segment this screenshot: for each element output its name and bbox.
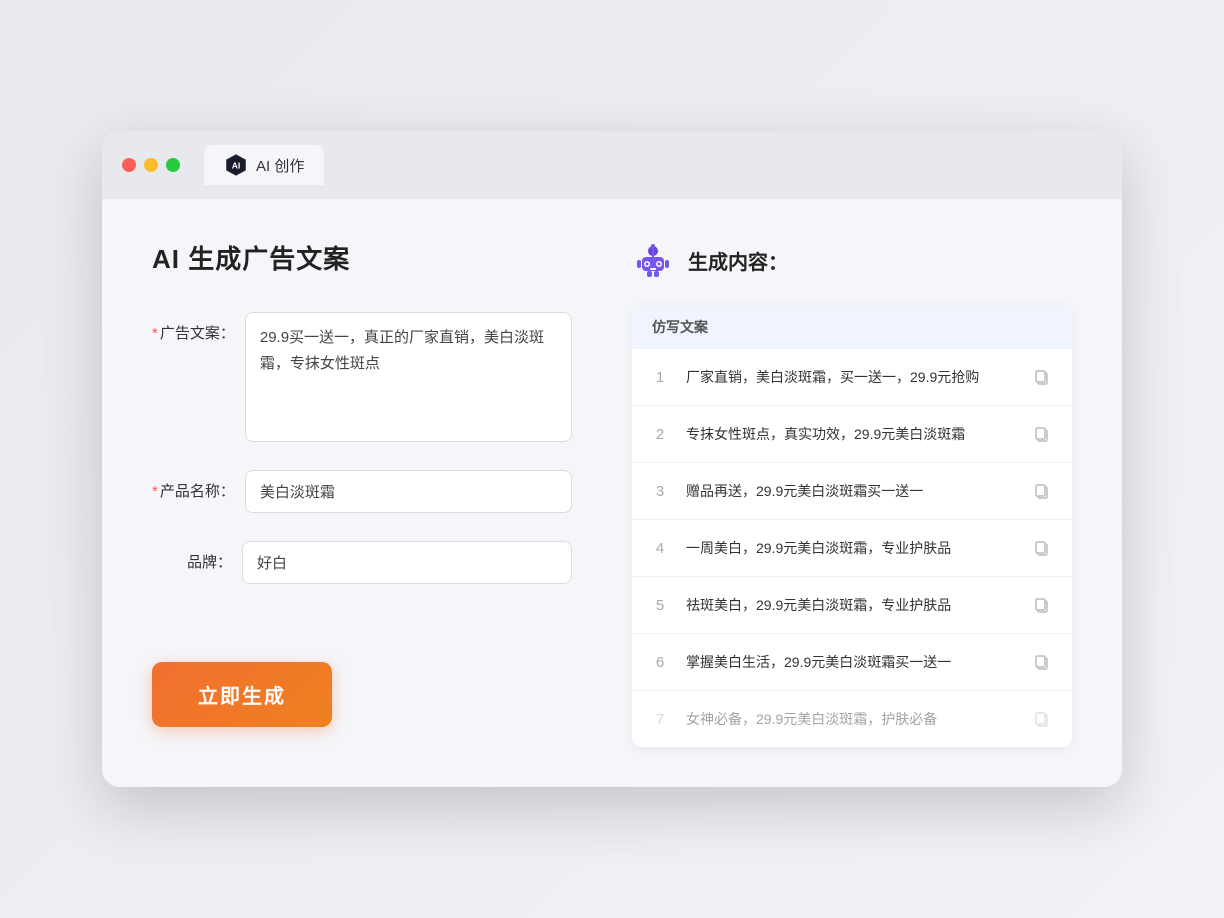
ai-creation-tab[interactable]: AI AI 创作 [204,145,324,185]
close-button[interactable] [122,158,136,172]
copy-icon[interactable] [1028,648,1056,676]
row-text: 祛斑美白，29.9元美白淡斑霜，专业护肤品 [686,595,1014,616]
required-star-2: * [152,483,158,500]
table-row: 1 厂家直销，美白淡斑霜，买一送一，29.9元抢购 [632,349,1072,406]
product-name-input[interactable] [245,470,572,513]
row-number: 3 [648,483,672,500]
svg-text:AI: AI [232,160,241,170]
results-header: 生成内容： [632,239,1072,281]
copy-icon[interactable] [1028,591,1056,619]
ai-tab-icon: AI [224,153,248,177]
ad-copy-textarea[interactable] [245,312,572,442]
copy-icon[interactable] [1028,477,1056,505]
copy-icon[interactable] [1028,420,1056,448]
brand-row: 品牌： [152,541,572,584]
table-row: 7 女神必备，29.9元美白淡斑霜，护肤必备 [632,691,1072,747]
right-panel: 生成内容： 仿写文案 1 厂家直销，美白淡斑霜，买一送一，29.9元抢购 2 专抹女性… [632,239,1072,747]
row-number: 1 [648,369,672,386]
row-text: 掌握美白生活，29.9元美白淡斑霜买一送一 [686,652,1014,673]
copy-icon[interactable] [1028,363,1056,391]
results-title: 生成内容： [688,246,788,275]
maximize-button[interactable] [166,158,180,172]
copy-icon[interactable] [1028,534,1056,562]
row-number: 6 [648,654,672,671]
row-number: 4 [648,540,672,557]
ad-copy-row: *广告文案： [152,312,572,442]
brand-label: 品牌： [152,541,232,572]
table-header: 仿写文案 [632,305,1072,349]
results-rows: 1 厂家直销，美白淡斑霜，买一送一，29.9元抢购 2 专抹女性斑点，真实功效，29.… [632,349,1072,747]
row-number: 2 [648,426,672,443]
row-text: 赠品再送，29.9元美白淡斑霜买一送一 [686,481,1014,502]
product-name-row: *产品名称： [152,470,572,513]
minimize-button[interactable] [144,158,158,172]
row-text: 厂家直销，美白淡斑霜，买一送一，29.9元抢购 [686,367,1014,388]
table-row: 5 祛斑美白，29.9元美白淡斑霜，专业护肤品 [632,577,1072,634]
results-table: 仿写文案 1 厂家直销，美白淡斑霜，买一送一，29.9元抢购 2 专抹女性斑点，真实功… [632,305,1072,747]
content-area: AI 生成广告文案 *广告文案： *产品名称： 品牌： [102,199,1122,787]
copy-icon[interactable] [1028,705,1056,733]
generate-button[interactable]: 立即生成 [152,662,332,727]
table-row: 6 掌握美白生活，29.9元美白淡斑霜买一送一 [632,634,1072,691]
brand-input[interactable] [242,541,572,584]
product-name-label: *产品名称： [152,470,235,501]
left-panel: AI 生成广告文案 *广告文案： *产品名称： 品牌： [152,239,572,747]
row-text: 专抹女性斑点，真实功效，29.9元美白淡斑霜 [686,424,1014,445]
traffic-lights [122,158,180,172]
title-bar: AI AI 创作 [102,131,1122,199]
required-star: * [152,325,158,342]
table-row: 2 专抹女性斑点，真实功效，29.9元美白淡斑霜 [632,406,1072,463]
table-row: 4 一周美白，29.9元美白淡斑霜，专业护肤品 [632,520,1072,577]
row-text: 女神必备，29.9元美白淡斑霜，护肤必备 [686,709,1014,730]
row-text: 一周美白，29.9元美白淡斑霜，专业护肤品 [686,538,1014,559]
table-row: 3 赠品再送，29.9元美白淡斑霜买一送一 [632,463,1072,520]
page-title: AI 生成广告文案 [152,239,572,276]
ad-copy-label: *广告文案： [152,312,235,343]
row-number: 5 [648,597,672,614]
tab-label: AI 创作 [256,155,304,176]
robot-icon [632,239,674,281]
row-number: 7 [648,711,672,728]
browser-window: AI AI 创作 AI 生成广告文案 *广告文案： *产品名称： [102,131,1122,787]
